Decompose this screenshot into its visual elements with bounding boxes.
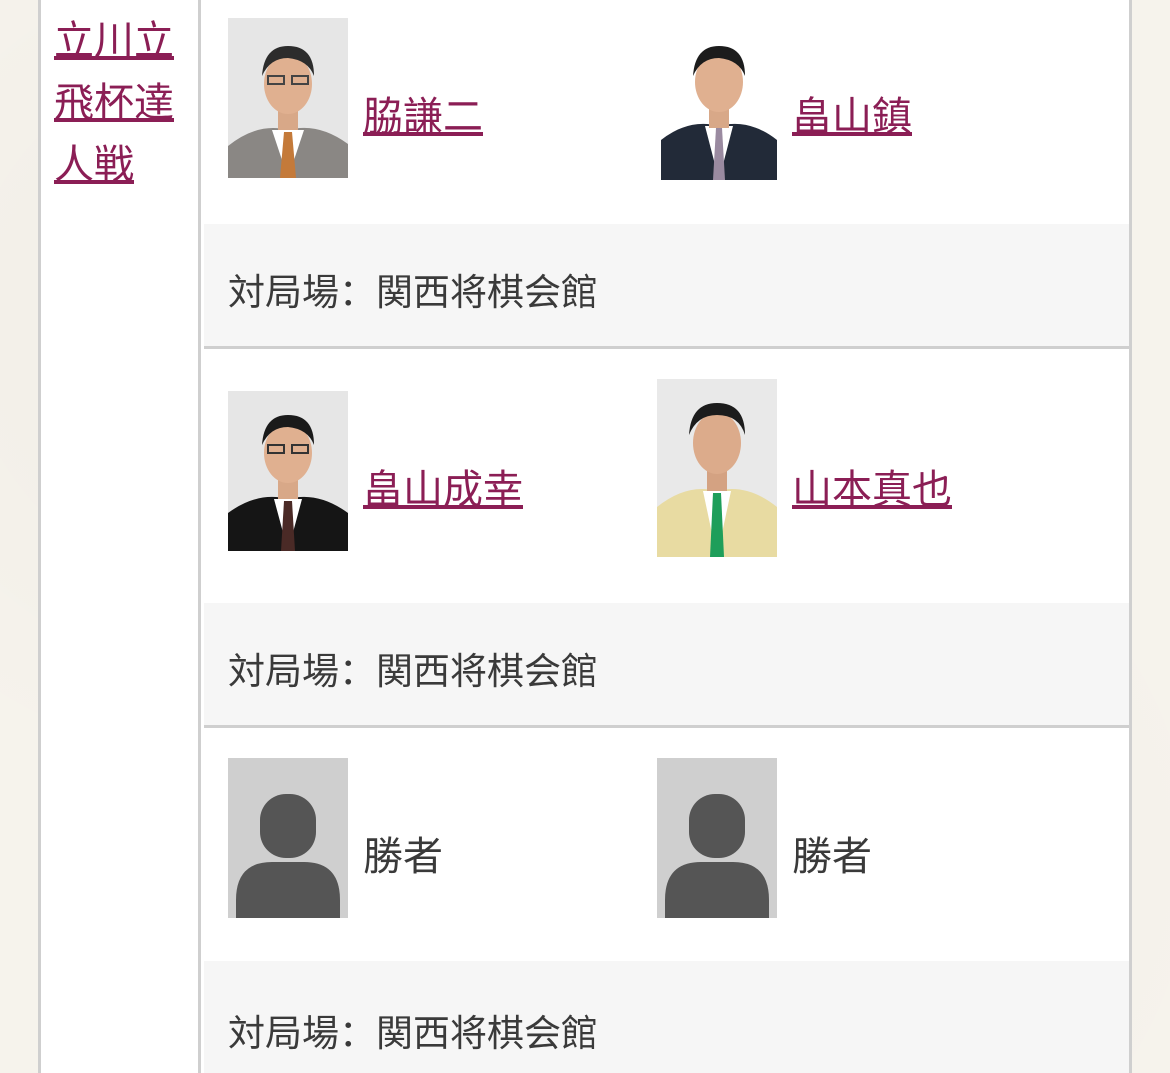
match-row: 畠山成幸 山本真也 対局場：関西将棋会館 [204, 349, 1129, 728]
venue-label: 対局場：関西将棋会館 [228, 650, 598, 693]
player-photo [228, 18, 348, 178]
winner-placeholder-label: 勝者 [792, 834, 872, 880]
match-players: 畠山成幸 山本真也 [204, 349, 1129, 603]
winner-placeholder-label: 勝者 [363, 834, 443, 880]
venue-cell: 対局場：関西将棋会館 [204, 603, 1129, 725]
match-row: 勝者 勝者 対局場：関西将棋会館 [204, 728, 1129, 1073]
venue-cell: 対局場：関西将棋会館 [204, 961, 1129, 1073]
player-name-link[interactable]: 畠山鎮 [792, 84, 912, 142]
venue-label: 対局場：関西将棋会館 [228, 271, 598, 314]
venue-cell: 対局場：関西将棋会館 [204, 224, 1129, 346]
match-players: 脇謙二 畠山鎮 [204, 0, 1129, 222]
placeholder-avatar-icon [657, 758, 777, 918]
venue-label: 対局場：関西将棋会館 [228, 1012, 598, 1055]
player-name-link[interactable]: 畠山成幸 [363, 457, 523, 515]
player-photo [228, 391, 348, 551]
player-photo [657, 379, 777, 557]
player-name-link[interactable]: 脇謙二 [363, 84, 483, 142]
match-row: 脇謙二 畠山鎮 対局場：関西将棋会館 [204, 0, 1129, 349]
event-link[interactable]: 立川立飛杯達人戦 [54, 10, 184, 196]
event-column: 立川立飛杯達人戦 [41, 0, 201, 1073]
player-name-link[interactable]: 山本真也 [792, 457, 952, 515]
player-photo [661, 28, 777, 180]
placeholder-avatar-icon [228, 758, 348, 918]
match-players: 勝者 勝者 [204, 728, 1129, 961]
